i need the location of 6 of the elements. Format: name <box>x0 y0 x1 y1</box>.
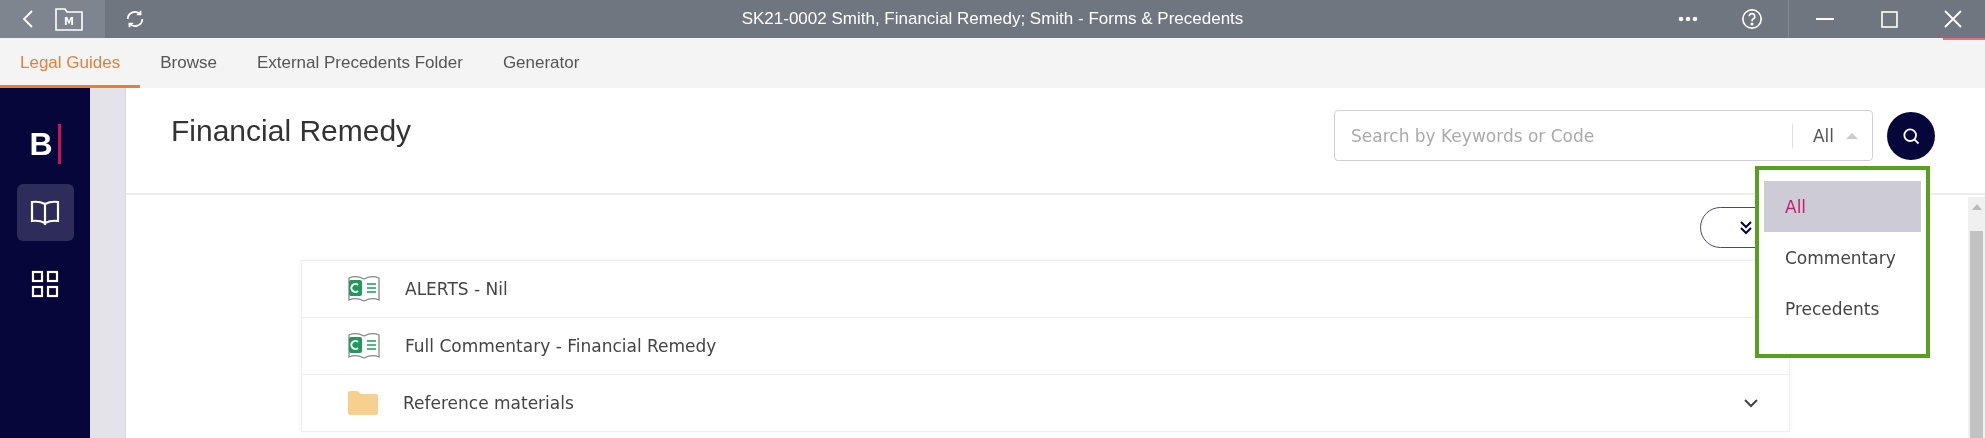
page-title: Financial Remedy <box>171 113 412 148</box>
row-label: ALERTS - Nil <box>405 279 508 299</box>
logo: B <box>29 122 61 166</box>
row-label: Full Commentary - Financial Remedy <box>405 336 717 356</box>
window-title: SK21-0002 Smith, Financial Remedy; Smith - Forms & Precedents <box>741 9 1244 29</box>
row-label: Reference materials <box>403 393 574 413</box>
